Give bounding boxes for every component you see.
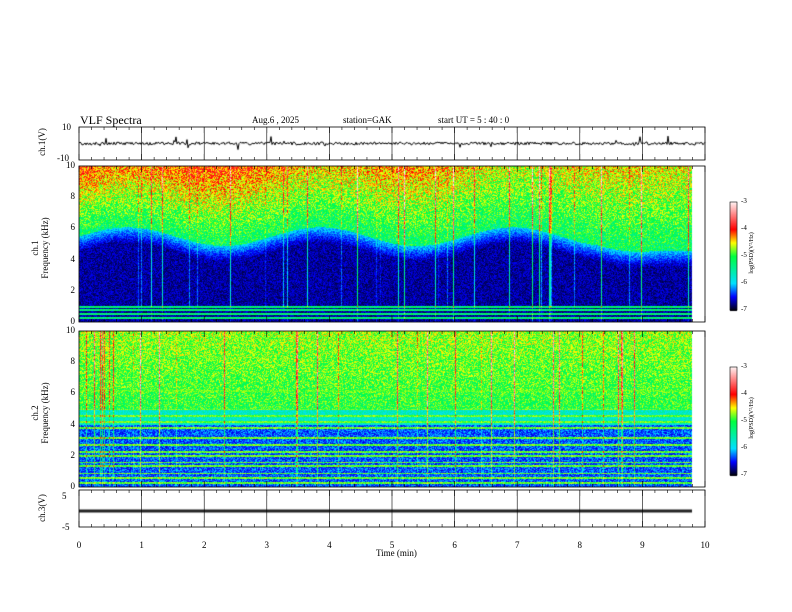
ch2-ytick-8: 8 — [70, 356, 76, 367]
ch1-ytick-4: 4 — [70, 253, 76, 264]
ch2-ytick-10: 10 — [66, 325, 75, 335]
ch2-ytick-6: 6 — [70, 387, 76, 398]
ch2-colorbar-tick: -5 — [741, 416, 747, 424]
x-tick-6: 6 — [452, 540, 457, 550]
x-tick-3: 3 — [264, 540, 270, 550]
ch1-colorbar-tick: -3 — [741, 197, 747, 205]
ch1-spectrogram-ylabel: ch.1 Frequency (kHz) — [30, 217, 50, 279]
colorbar — [729, 366, 738, 476]
vlf-spectra-figure: VLF Spectra Aug.6 , 2025 station=GAK sta… — [0, 0, 792, 612]
x-tick-9: 9 — [640, 540, 645, 550]
colorbar — [729, 201, 738, 311]
ch2-ytick-0: 0 — [70, 481, 76, 491]
ch1-colorbar-tick: -4 — [741, 224, 747, 232]
figure-title: VLF Spectra — [80, 113, 142, 127]
station-label: station=GAK — [343, 115, 392, 125]
ch1-ytick-8: 8 — [70, 191, 76, 202]
ch1-ytick-6: 6 — [70, 222, 76, 233]
ch2-colorbar-tick: -7 — [741, 470, 747, 478]
ch1-colorbar-tick: -6 — [741, 278, 747, 286]
ch3-ytick-bottom: -5 — [62, 522, 70, 532]
ch1-waveform-ylabel: ch.1(V) — [37, 128, 47, 156]
ch2-colorbar-tick: -4 — [741, 389, 747, 397]
ch2-spectrogram-frame — [78, 330, 706, 488]
colorbar1-label: log(PSD)(V²/Hz) — [749, 232, 755, 274]
x-tick-2: 2 — [201, 540, 207, 550]
ch1-ytick-10: 10 — [66, 160, 75, 170]
date-label: Aug.6 , 2025 — [252, 115, 299, 125]
x-tick-1: 1 — [139, 540, 144, 550]
ch2-colorbar-tick: -3 — [741, 362, 747, 370]
axes-layer — [78, 126, 738, 528]
ch1-ytick-top: 10 — [62, 122, 71, 132]
x-tick-7: 7 — [514, 540, 520, 550]
x-tick-10: 10 — [700, 540, 710, 550]
ch1-spectrogram-frame — [78, 165, 706, 323]
ch1-ytick-2: 2 — [70, 284, 76, 295]
x-tick-5: 5 — [389, 540, 395, 550]
x-tick-0: 0 — [76, 540, 82, 550]
x-tick-8: 8 — [577, 540, 583, 550]
start-time-label: start UT = 5 : 40 : 0 — [438, 115, 510, 125]
colorbar2-label: log(PSD)(V²/Hz) — [749, 397, 755, 439]
ch1-colorbar-tick: -5 — [741, 251, 747, 259]
ch2-colorbar-tick: -6 — [741, 443, 747, 451]
ch2-ytick-2: 2 — [70, 449, 76, 460]
ch1-colorbar-tick: -7 — [741, 305, 747, 313]
ch2-ytick-4: 4 — [70, 418, 76, 429]
ch3-waveform-ylabel: ch.3(V) — [37, 494, 47, 522]
x-tick-4: 4 — [327, 540, 332, 550]
ch3-ytick-top: 5 — [62, 491, 67, 501]
ch2-spectrogram-ylabel: ch.2 Frequency (kHz) — [30, 382, 50, 444]
